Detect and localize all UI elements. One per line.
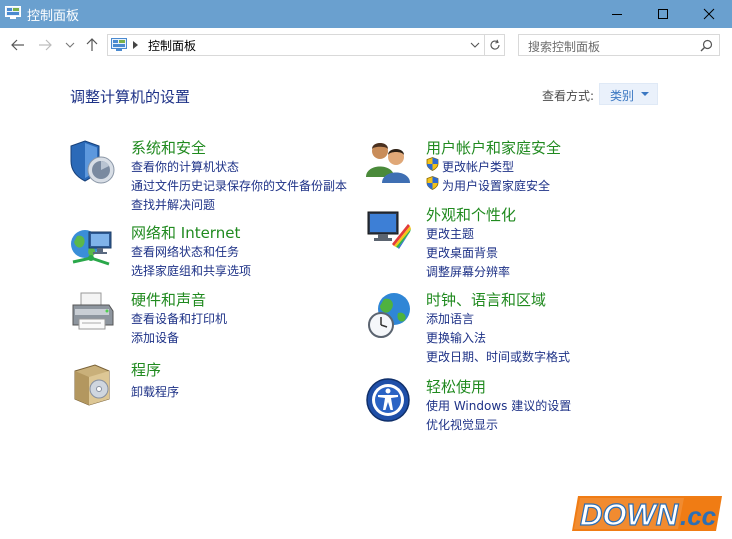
link-change-account-type[interactable]: 更改帐户类型	[442, 158, 514, 175]
view-by-label: 查看方式:	[542, 89, 595, 103]
title-bar: 控制面板	[0, 0, 732, 28]
address-bar[interactable]: 控制面板	[107, 34, 505, 56]
chevron-down-icon	[470, 42, 480, 48]
view-by-value[interactable]: 类别	[610, 87, 634, 104]
clock-globe-icon[interactable]	[364, 289, 414, 339]
link-optimize-visual[interactable]: 优化视觉显示	[426, 416, 498, 433]
close-icon	[703, 8, 715, 20]
search-input[interactable]: 搜索控制面板	[528, 38, 600, 55]
link-uninstall-program[interactable]: 卸载程序	[131, 383, 179, 400]
appearance-monitor-icon[interactable]	[364, 204, 414, 254]
category-title-users[interactable]: 用户帐户和家庭安全	[426, 137, 561, 158]
refresh-button[interactable]	[484, 35, 505, 55]
maximize-icon	[658, 9, 668, 19]
page-title: 调整计算机的设置	[70, 88, 191, 106]
category-title-system[interactable]: 系统和安全	[131, 137, 206, 158]
ease-of-access-icon[interactable]	[364, 376, 414, 426]
minimize-icon	[612, 14, 622, 15]
chevron-down-icon	[65, 42, 75, 48]
category-title-network[interactable]: 网络和 Internet	[131, 222, 240, 243]
search-box[interactable]: 搜索控制面板	[518, 34, 720, 56]
security-shield-icon[interactable]	[69, 137, 119, 187]
window-title: 控制面板	[27, 9, 80, 24]
maximize-button[interactable]	[640, 0, 686, 28]
view-by-dropdown[interactable]: 类别	[599, 83, 658, 105]
category-title-hardware[interactable]: 硬件和声音	[131, 289, 206, 310]
printer-icon[interactable]	[69, 289, 119, 339]
link-change-theme[interactable]: 更改主题	[426, 225, 474, 242]
minimize-button[interactable]	[594, 0, 640, 28]
link-view-computer-status[interactable]: 查看你的计算机状态	[131, 158, 239, 175]
close-button[interactable]	[686, 0, 732, 28]
watermark-text: DOWN	[580, 497, 679, 532]
watermark-suffix: .cc	[680, 501, 717, 531]
link-add-device[interactable]: 添加设备	[131, 329, 179, 346]
forward-button[interactable]	[35, 35, 55, 55]
link-add-language[interactable]: 添加语言	[426, 310, 474, 327]
address-text[interactable]: 控制面板	[148, 37, 196, 54]
link-network-status[interactable]: 查看网络状态和任务	[131, 243, 239, 260]
link-family-safety[interactable]: 为用户设置家庭安全	[442, 177, 550, 194]
caret-down-icon	[641, 92, 649, 96]
link-homegroup-sharing[interactable]: 选择家庭组和共享选项	[131, 262, 251, 279]
back-button[interactable]	[8, 35, 28, 55]
control-panel-icon	[5, 6, 21, 19]
arrow-left-icon	[11, 39, 24, 51]
navigation-bar: 控制面板 搜索控制面板	[0, 28, 732, 64]
address-dropdown-button[interactable]	[468, 38, 482, 52]
link-desktop-background[interactable]: 更改桌面背景	[426, 244, 498, 261]
link-file-history-backup[interactable]: 通过文件历史记录保存你的文件备份副本	[131, 177, 347, 194]
programs-box-icon[interactable]	[69, 359, 119, 409]
users-icon[interactable]	[364, 137, 414, 187]
uac-shield-icon	[426, 176, 439, 190]
search-icon[interactable]	[700, 39, 713, 52]
chevron-right-icon[interactable]	[132, 40, 140, 50]
up-button[interactable]	[82, 35, 102, 55]
down-cc-watermark-logo: DOWN .cc	[572, 496, 722, 533]
category-title-programs[interactable]: 程序	[131, 359, 161, 380]
link-devices-printers[interactable]: 查看设备和打印机	[131, 310, 227, 327]
arrow-up-icon	[86, 38, 98, 51]
recent-locations-button[interactable]	[60, 35, 80, 55]
category-title-appearance[interactable]: 外观和个性化	[426, 204, 516, 225]
category-title-ease[interactable]: 轻松使用	[426, 376, 486, 397]
network-globe-icon[interactable]	[69, 222, 119, 272]
link-recommended-settings[interactable]: 使用 Windows 建议的设置	[426, 397, 571, 414]
refresh-icon	[490, 39, 500, 50]
link-screen-resolution[interactable]: 调整屏幕分辨率	[426, 263, 510, 280]
link-troubleshoot[interactable]: 查找并解决问题	[131, 196, 215, 213]
control-panel-icon	[111, 38, 127, 51]
category-title-clock[interactable]: 时钟、语言和区域	[426, 289, 546, 310]
link-change-input-method[interactable]: 更换输入法	[426, 329, 486, 346]
uac-shield-icon	[426, 157, 439, 171]
arrow-right-icon	[39, 39, 52, 51]
link-date-time-format[interactable]: 更改日期、时间或数字格式	[426, 348, 570, 365]
